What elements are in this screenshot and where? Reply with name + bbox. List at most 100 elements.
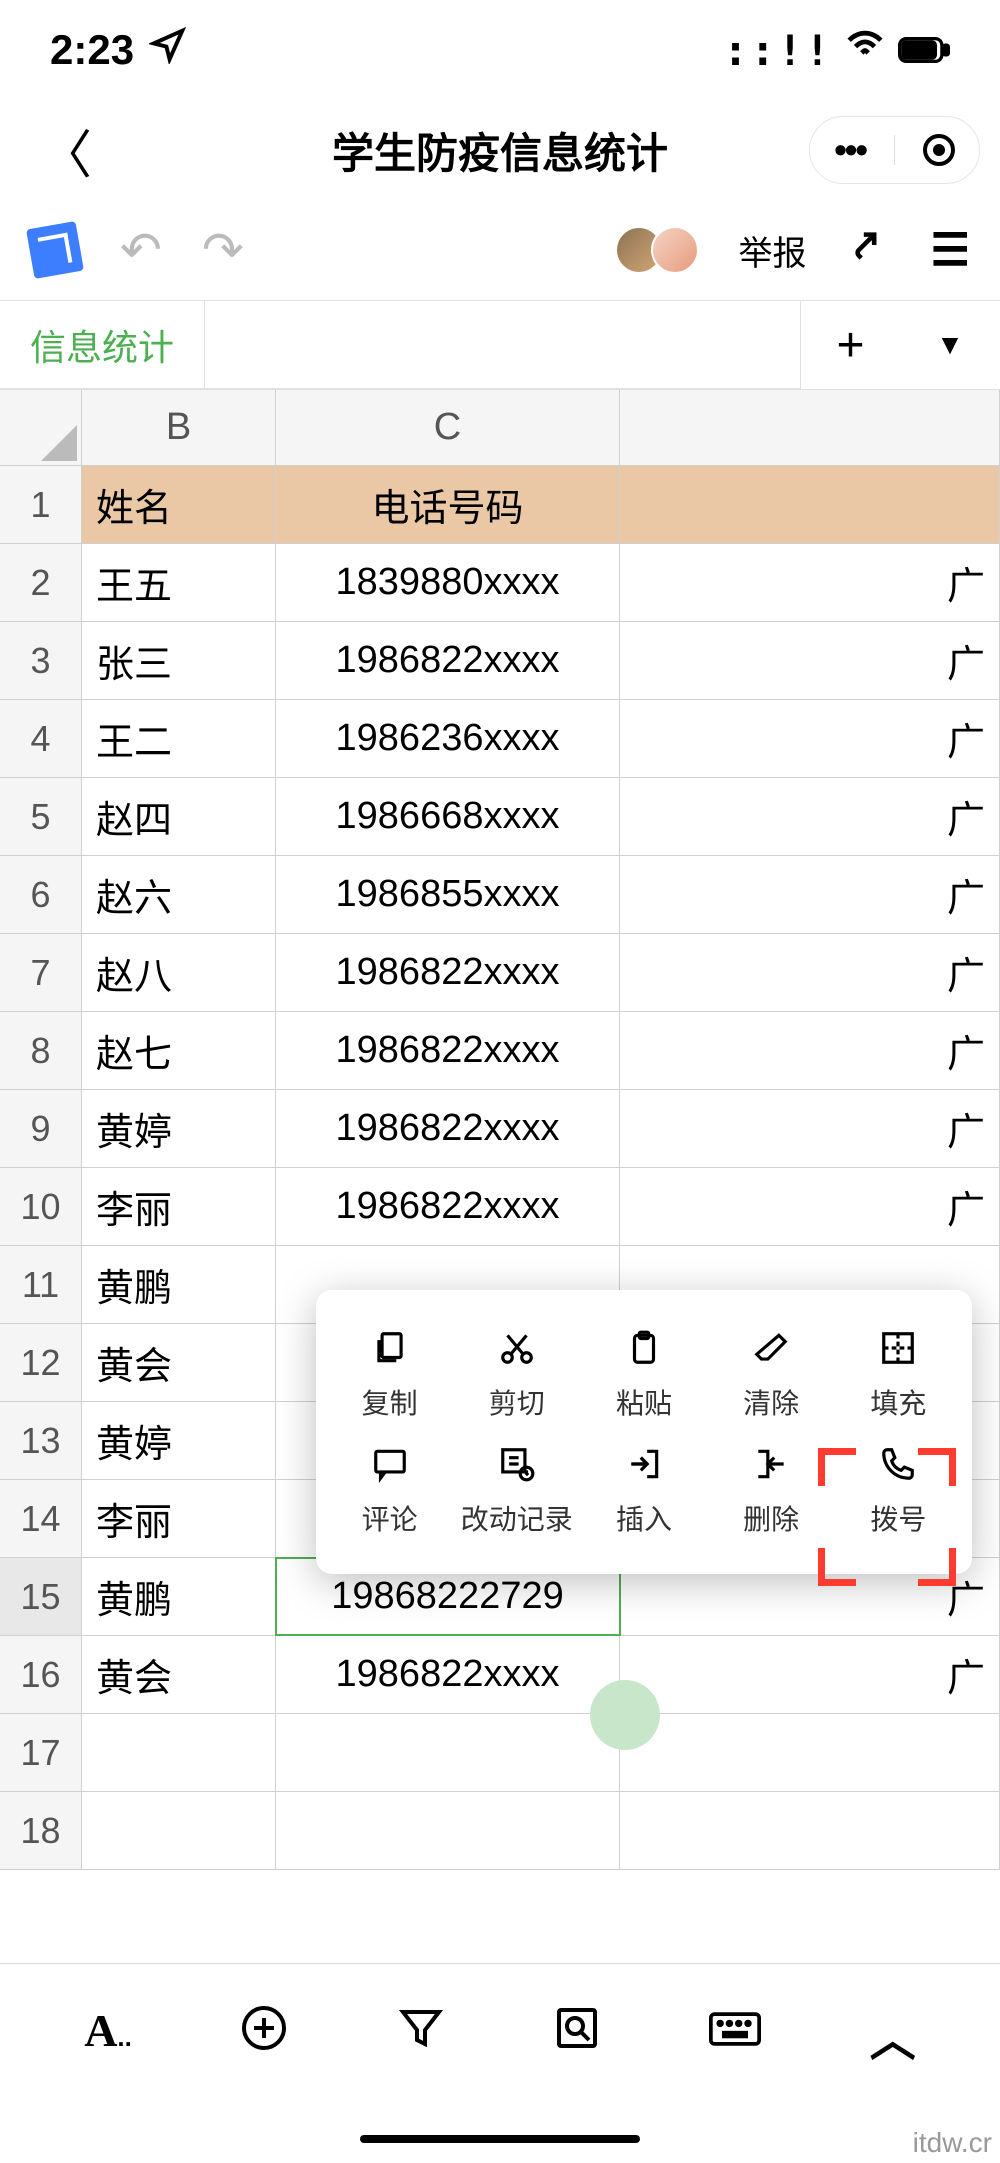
cell[interactable]: 1986236xxxx — [276, 700, 620, 777]
filter-button[interactable] — [397, 2004, 445, 2063]
sheet-tabs: 信息统计 + ▼ — [0, 300, 1000, 390]
column-header-c[interactable]: C — [276, 390, 620, 465]
keyboard-button[interactable] — [709, 2004, 761, 2058]
cell[interactable]: 赵八 — [82, 934, 276, 1011]
cell[interactable]: 姓名 — [82, 466, 276, 543]
column-header-b[interactable]: B — [82, 390, 276, 465]
cell[interactable]: 王五 — [82, 544, 276, 621]
cell[interactable] — [276, 1792, 620, 1869]
cell[interactable]: 黄婷 — [82, 1090, 276, 1167]
cell[interactable]: 广 — [620, 934, 1000, 1011]
cut-button[interactable]: 剪切 — [457, 1326, 577, 1422]
insert-button[interactable]: 插入 — [584, 1442, 704, 1538]
cell[interactable]: 1986668xxxx — [276, 778, 620, 855]
cell[interactable] — [620, 1792, 1000, 1869]
copy-button[interactable]: 复制 — [330, 1326, 450, 1422]
expand-button[interactable]: ︿ — [870, 2004, 916, 2070]
row-number[interactable]: 10 — [0, 1168, 82, 1245]
cell[interactable] — [620, 466, 1000, 543]
cell[interactable]: 广 — [620, 1012, 1000, 1089]
cell[interactable]: 广 — [620, 1090, 1000, 1167]
cell[interactable]: 1839880xxxx — [276, 544, 620, 621]
row-number[interactable]: 4 — [0, 700, 82, 777]
cell[interactable]: 1986822xxxx — [276, 622, 620, 699]
cell[interactable] — [82, 1792, 276, 1869]
cell[interactable]: 黄鹏 — [82, 1558, 276, 1635]
tab-active[interactable]: 信息统计 — [0, 301, 205, 389]
cell[interactable] — [82, 1714, 276, 1791]
search-button[interactable] — [553, 2004, 601, 2063]
back-button[interactable]: 〈 — [20, 113, 112, 188]
history-button[interactable]: 改动记录 — [457, 1442, 577, 1538]
cell[interactable]: 1986822xxxx — [276, 1090, 620, 1167]
comment-button[interactable]: 评论 — [330, 1442, 450, 1538]
cell[interactable]: 李丽 — [82, 1480, 276, 1557]
close-miniprogram-icon[interactable] — [923, 134, 955, 166]
cell[interactable]: 1986822xxxx — [276, 934, 620, 1011]
cell[interactable]: 广 — [620, 778, 1000, 855]
select-all-corner[interactable] — [0, 390, 82, 466]
row-number[interactable]: 14 — [0, 1480, 82, 1557]
cell[interactable] — [276, 1714, 620, 1791]
report-button[interactable]: 举报 — [739, 226, 807, 275]
add-sheet-button[interactable]: + — [800, 301, 900, 389]
row-number[interactable]: 12 — [0, 1324, 82, 1401]
cell[interactable]: 黄会 — [82, 1324, 276, 1401]
row-number[interactable]: 15 — [0, 1558, 82, 1635]
cell[interactable]: 广 — [620, 700, 1000, 777]
sheet-dropdown-button[interactable]: ▼ — [900, 301, 1000, 389]
row-number[interactable]: 3 — [0, 622, 82, 699]
cell[interactable]: 黄婷 — [82, 1402, 276, 1479]
page-title: 学生防疫信息统计 — [332, 120, 668, 181]
add-button[interactable] — [240, 2004, 288, 2063]
row-number[interactable]: 18 — [0, 1792, 82, 1869]
selection-handle[interactable] — [590, 1680, 660, 1750]
cell[interactable]: 王二 — [82, 700, 276, 777]
row-number[interactable]: 5 — [0, 778, 82, 855]
row-number[interactable]: 2 — [0, 544, 82, 621]
cell[interactable]: 广 — [620, 1636, 1000, 1713]
row-number[interactable]: 17 — [0, 1714, 82, 1791]
cell[interactable] — [620, 1714, 1000, 1791]
fill-icon — [876, 1326, 920, 1370]
cell[interactable]: 李丽 — [82, 1168, 276, 1245]
cell[interactable]: 广 — [620, 622, 1000, 699]
cell[interactable]: 1986822xxxx — [276, 1012, 620, 1089]
cell[interactable]: 黄会 — [82, 1636, 276, 1713]
cell[interactable]: 电话号码 — [276, 466, 620, 543]
cell[interactable]: 1986822xxxx — [276, 1168, 620, 1245]
row-number[interactable]: 8 — [0, 1012, 82, 1089]
more-icon[interactable]: ••• — [834, 129, 866, 171]
paste-button[interactable]: 粘贴 — [584, 1326, 704, 1422]
row-number[interactable]: 6 — [0, 856, 82, 933]
fill-button[interactable]: 填充 — [838, 1326, 958, 1422]
clear-button[interactable]: 清除 — [711, 1326, 831, 1422]
format-button[interactable]: A.. — [84, 2004, 132, 2057]
cell[interactable]: 赵四 — [82, 778, 276, 855]
cell[interactable]: 张三 — [82, 622, 276, 699]
cell[interactable]: 广 — [620, 856, 1000, 933]
redo-button[interactable]: ↷ — [202, 221, 244, 279]
cell[interactable]: 黄鹏 — [82, 1246, 276, 1323]
share-icon[interactable] — [847, 223, 891, 278]
cell[interactable]: 广 — [620, 544, 1000, 621]
row-number[interactable]: 9 — [0, 1090, 82, 1167]
row-number[interactable]: 1 — [0, 466, 82, 543]
collaborators[interactable] — [627, 226, 699, 274]
column-header-d[interactable] — [620, 390, 1000, 465]
cell[interactable]: 1986855xxxx — [276, 856, 620, 933]
menu-icon[interactable]: ☰ — [931, 225, 970, 276]
delete-button[interactable]: 删除 — [711, 1442, 831, 1538]
row-number[interactable]: 11 — [0, 1246, 82, 1323]
app-logo-icon[interactable] — [26, 221, 84, 279]
home-indicator[interactable] — [360, 2135, 640, 2143]
cell[interactable]: 广 — [620, 1168, 1000, 1245]
cell[interactable]: 赵七 — [82, 1012, 276, 1089]
row-number[interactable]: 13 — [0, 1402, 82, 1479]
row-number[interactable]: 16 — [0, 1636, 82, 1713]
cell[interactable]: 1986822xxxx — [276, 1636, 620, 1713]
undo-button[interactable]: ↶ — [120, 221, 162, 279]
spreadsheet-grid[interactable]: B C 1 姓名 电话号码 2王五1839880xxxx广 3张三1986822… — [0, 390, 1000, 1870]
row-number[interactable]: 7 — [0, 934, 82, 1011]
cell[interactable]: 赵六 — [82, 856, 276, 933]
